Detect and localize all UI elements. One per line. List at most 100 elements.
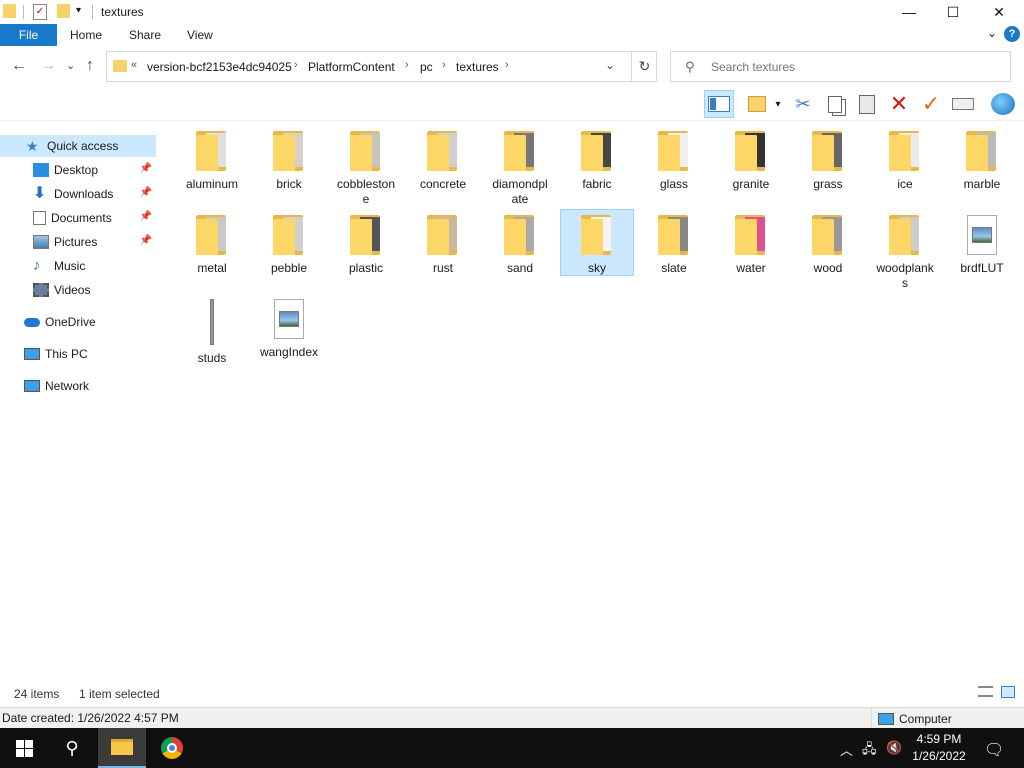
cut-icon[interactable]: ✂ <box>788 90 818 118</box>
file-item-sky[interactable]: sky <box>560 209 634 276</box>
minimize-button[interactable]: — <box>886 0 932 24</box>
file-item-wangindex[interactable]: wangIndex <box>252 294 326 364</box>
sidebar-item-label: Downloads <box>54 187 114 201</box>
volume-muted-icon[interactable]: 🔇 <box>886 740 902 756</box>
file-item-marble[interactable]: marble <box>945 126 1019 196</box>
file-item-studs[interactable]: studs <box>175 294 249 365</box>
sidebar-item-videos[interactable]: Videos <box>0 279 156 301</box>
breadcrumb-separator[interactable]: › <box>405 59 409 71</box>
refresh-button[interactable]: ↻ <box>631 52 657 81</box>
chrome-taskbar-button[interactable] <box>148 728 196 768</box>
sidebar-item-downloads[interactable]: ⬇ Downloads 📌 <box>0 183 156 205</box>
large-icons-view-icon[interactable] <box>1001 686 1015 698</box>
forward-button[interactable]: → <box>40 57 56 75</box>
file-item-brdflut[interactable]: brdfLUT <box>945 210 1019 280</box>
file-item-diamondplate[interactable]: diamondpl ate <box>483 126 557 206</box>
star-icon: ★ <box>26 138 39 154</box>
search-box[interactable]: ⚲ <box>670 51 1011 82</box>
file-item-plastic[interactable]: plastic <box>329 210 403 280</box>
download-icon: ⬇ <box>33 185 47 202</box>
up-button[interactable]: ↑ <box>86 57 94 75</box>
maximize-button[interactable]: ☐ <box>930 0 976 24</box>
breadcrumb-pc[interactable]: pc <box>420 60 433 74</box>
file-item-glass[interactable]: glass <box>637 126 711 196</box>
preview-pane-button[interactable] <box>704 90 734 118</box>
sidebar-item-network[interactable]: Network <box>0 375 156 397</box>
sidebar-item-label: Desktop <box>54 163 99 177</box>
file-item-label: slate <box>661 261 687 275</box>
help-icon[interactable]: ? <box>1004 26 1020 42</box>
properties-button[interactable] <box>742 90 772 118</box>
address-bar[interactable]: « version-bcf2153e4dc94025 › PlatformCon… <box>106 51 657 82</box>
show-hidden-icons[interactable]: ︿ <box>840 740 853 759</box>
select-icon[interactable] <box>948 90 978 118</box>
notifications-icon[interactable]: 🗨 <box>984 740 1004 760</box>
details-view-icon[interactable] <box>978 686 993 697</box>
breadcrumb-textures[interactable]: textures <box>456 60 499 74</box>
breadcrumb-separator[interactable]: › <box>505 59 509 71</box>
sidebar-item-desktop[interactable]: Desktop 📌 <box>0 159 156 181</box>
address-dropdown-icon[interactable]: ⌄ <box>605 58 615 72</box>
file-item-label: rust <box>432 261 453 275</box>
file-item-slate[interactable]: slate <box>637 210 711 280</box>
file-item-aluminum[interactable]: aluminum <box>175 126 249 196</box>
network-tray-icon[interactable]: 🖧 <box>862 740 877 762</box>
file-item-water[interactable]: water <box>714 210 788 280</box>
file-item-fabric[interactable]: fabric <box>560 126 634 196</box>
tab-view[interactable]: View <box>187 28 213 42</box>
clock[interactable]: 4:59 PM 1/26/2022 <box>908 731 970 765</box>
file-item-label: diamondpl ate <box>492 177 548 206</box>
tab-home[interactable]: Home <box>70 28 102 42</box>
file-item-label: fabric <box>582 177 612 191</box>
tab-file[interactable]: File <box>0 24 57 46</box>
new-folder-icon[interactable] <box>57 4 70 18</box>
close-button[interactable]: ✕ <box>976 0 1022 24</box>
sidebar-item-pictures[interactable]: Pictures 📌 <box>0 231 156 253</box>
recent-locations-button[interactable]: ⌄ <box>66 59 75 72</box>
breadcrumb-separator[interactable]: › <box>294 59 298 71</box>
sidebar-item-this-pc[interactable]: This PC <box>0 343 156 365</box>
file-item-granite[interactable]: granite <box>714 126 788 196</box>
file-item-label: marble <box>963 177 1001 191</box>
file-item-woodplanks[interactable]: woodplank s <box>868 210 942 290</box>
file-item-wood[interactable]: wood <box>791 210 865 280</box>
rename-check-icon[interactable]: ✓ <box>916 90 946 118</box>
tab-share[interactable]: Share <box>129 28 161 42</box>
expand-ribbon-icon[interactable]: ⌄ <box>987 26 997 40</box>
sidebar-item-onedrive[interactable]: OneDrive <box>0 311 156 333</box>
breadcrumb-version[interactable]: version-bcf2153e4dc94025 <box>147 60 292 74</box>
file-item-label: glass <box>659 177 688 191</box>
properties-icon[interactable]: ✓ <box>33 4 47 20</box>
sidebar-item-documents[interactable]: Documents 📌 <box>0 207 156 229</box>
file-item-label: brdfLUT <box>960 261 1004 275</box>
breadcrumb-overflow[interactable]: « <box>131 59 137 71</box>
file-item-brick[interactable]: brick <box>252 126 326 196</box>
file-item-pebble[interactable]: pebble <box>252 210 326 280</box>
sidebar-item-music[interactable]: ♪ Music <box>0 255 156 277</box>
paste-icon[interactable] <box>852 90 882 118</box>
date-created: Date created: 1/26/2022 4:57 PM <box>2 711 179 725</box>
delete-icon[interactable]: ✕ <box>884 90 914 118</box>
file-item-ice[interactable]: ice <box>868 126 942 196</box>
sidebar-item-quick-access[interactable]: ★ Quick access <box>0 135 156 157</box>
breadcrumb-platformcontent[interactable]: PlatformContent <box>308 60 395 74</box>
globe-icon[interactable] <box>988 90 1018 118</box>
search-taskbar-button[interactable]: ⚲ <box>48 728 96 768</box>
sidebar-item-label: Music <box>54 259 86 273</box>
breadcrumb-separator[interactable]: › <box>442 59 446 71</box>
start-button[interactable] <box>0 728 48 768</box>
file-item-sand[interactable]: sand <box>483 210 557 280</box>
file-item-grass[interactable]: grass <box>791 126 865 196</box>
file-item-concrete[interactable]: concrete <box>406 126 480 196</box>
file-item-metal[interactable]: metal <box>175 210 249 280</box>
file-item-rust[interactable]: rust <box>406 210 480 280</box>
search-input[interactable] <box>711 60 1001 74</box>
image-file-icon <box>274 299 304 339</box>
customize-quick-access-icon[interactable]: ▾ <box>76 5 81 16</box>
file-explorer-taskbar-button[interactable] <box>98 728 146 768</box>
file-item-cobblestone[interactable]: cobbleston e <box>329 126 403 206</box>
back-button[interactable]: ← <box>11 57 27 75</box>
copy-icon[interactable] <box>820 90 850 118</box>
location-label: Computer <box>899 711 952 726</box>
dropdown-arrow-icon[interactable]: ▾ <box>770 90 786 118</box>
